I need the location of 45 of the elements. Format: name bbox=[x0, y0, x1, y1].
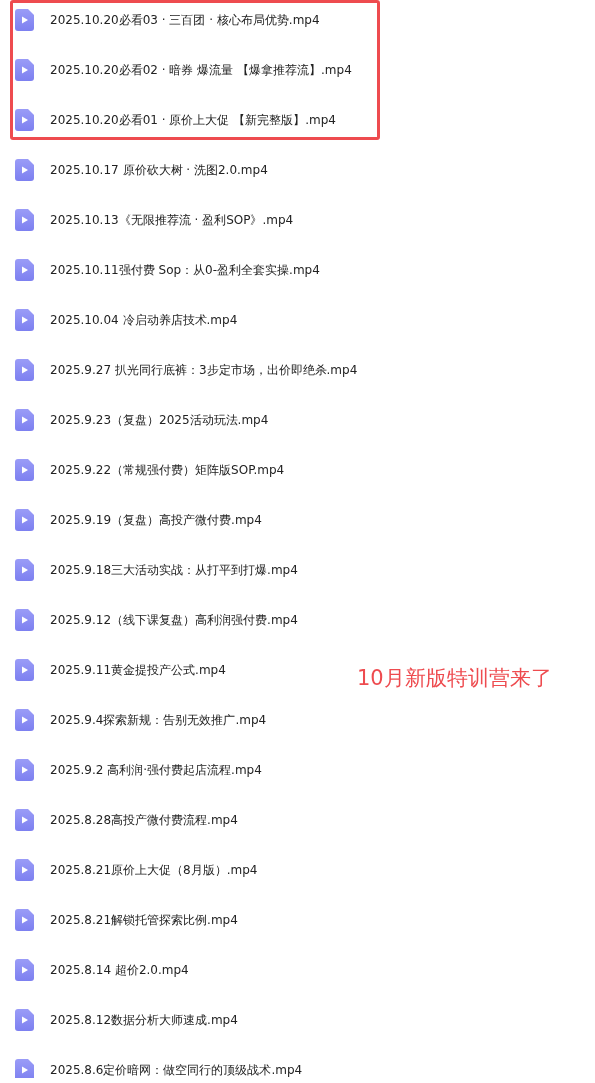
file-name[interactable]: 2025.9.11黄金提投产公式.mp4 bbox=[50, 661, 226, 679]
file-name[interactable]: 2025.8.14 超价2.0.mp4 bbox=[50, 961, 189, 979]
file-name[interactable]: 2025.10.11强付费 Sop：从0-盈利全套实操.mp4 bbox=[50, 261, 320, 279]
video-file-icon bbox=[15, 809, 34, 831]
file-name[interactable]: 2025.9.18三大活动实战：从打平到打爆.mp4 bbox=[50, 561, 298, 579]
video-file-icon bbox=[15, 459, 34, 481]
video-file-icon bbox=[15, 309, 34, 331]
file-name[interactable]: 2025.9.27 扒光同行底裤：3步定市场，出价即绝杀.mp4 bbox=[50, 361, 358, 379]
video-file-icon bbox=[15, 209, 34, 231]
file-name[interactable]: 2025.10.04 冷启动养店技术.mp4 bbox=[50, 311, 238, 329]
file-name[interactable]: 2025.9.23（复盘）2025活动玩法.mp4 bbox=[50, 411, 269, 429]
video-file-icon bbox=[15, 709, 34, 731]
video-file-icon bbox=[15, 959, 34, 981]
file-name[interactable]: 2025.8.6定价暗网：做空同行的顶级战术.mp4 bbox=[50, 1061, 303, 1078]
video-file-icon bbox=[15, 509, 34, 531]
video-file-icon bbox=[15, 909, 34, 931]
file-name[interactable]: 2025.9.22（常规强付费）矩阵版SOP.mp4 bbox=[50, 461, 285, 479]
video-file-icon bbox=[15, 409, 34, 431]
video-file-icon bbox=[15, 1009, 34, 1031]
video-file-icon bbox=[15, 609, 34, 631]
video-file-icon bbox=[15, 1059, 34, 1078]
video-file-icon bbox=[15, 109, 34, 131]
file-name[interactable]: 2025.9.2 高利润·强付费起店流程.mp4 bbox=[50, 761, 262, 779]
file-name[interactable]: 2025.9.19（复盘）高投产微付费.mp4 bbox=[50, 511, 262, 529]
file-name[interactable]: 2025.8.28高投产微付费流程.mp4 bbox=[50, 811, 238, 829]
file-name[interactable]: 2025.9.4探索新规：告别无效推广.mp4 bbox=[50, 711, 267, 729]
file-name[interactable]: 2025.10.20必看02 · 暗券 爆流量 【爆拿推荐流】.mp4 bbox=[50, 61, 352, 79]
annotation-text: 10月新版特训营来了 bbox=[357, 665, 552, 692]
video-file-icon bbox=[15, 359, 34, 381]
video-file-icon bbox=[15, 559, 34, 581]
video-file-icon bbox=[15, 59, 34, 81]
video-file-icon bbox=[15, 759, 34, 781]
video-file-icon bbox=[15, 859, 34, 881]
file-name[interactable]: 2025.10.20必看03 · 三百团 · 核心布局优势.mp4 bbox=[50, 11, 320, 29]
video-file-icon bbox=[15, 259, 34, 281]
file-name[interactable]: 2025.8.12数据分析大师速成.mp4 bbox=[50, 1011, 238, 1029]
file-name[interactable]: 2025.9.12（线下课复盘）高利润强付费.mp4 bbox=[50, 611, 298, 629]
file-name[interactable]: 2025.8.21原价上大促（8月版）.mp4 bbox=[50, 861, 258, 879]
file-name[interactable]: 2025.10.13《无限推荐流 · 盈利SOP》.mp4 bbox=[50, 211, 294, 229]
video-file-icon bbox=[15, 659, 34, 681]
file-name[interactable]: 2025.8.21解锁托管探索比例.mp4 bbox=[50, 911, 238, 929]
file-name[interactable]: 2025.10.17 原价砍大树 · 洗图2.0.mp4 bbox=[50, 161, 268, 179]
file-name[interactable]: 2025.10.20必看01 · 原价上大促 【新完整版】.mp4 bbox=[50, 111, 336, 129]
video-file-icon bbox=[15, 9, 34, 31]
video-file-icon bbox=[15, 159, 34, 181]
